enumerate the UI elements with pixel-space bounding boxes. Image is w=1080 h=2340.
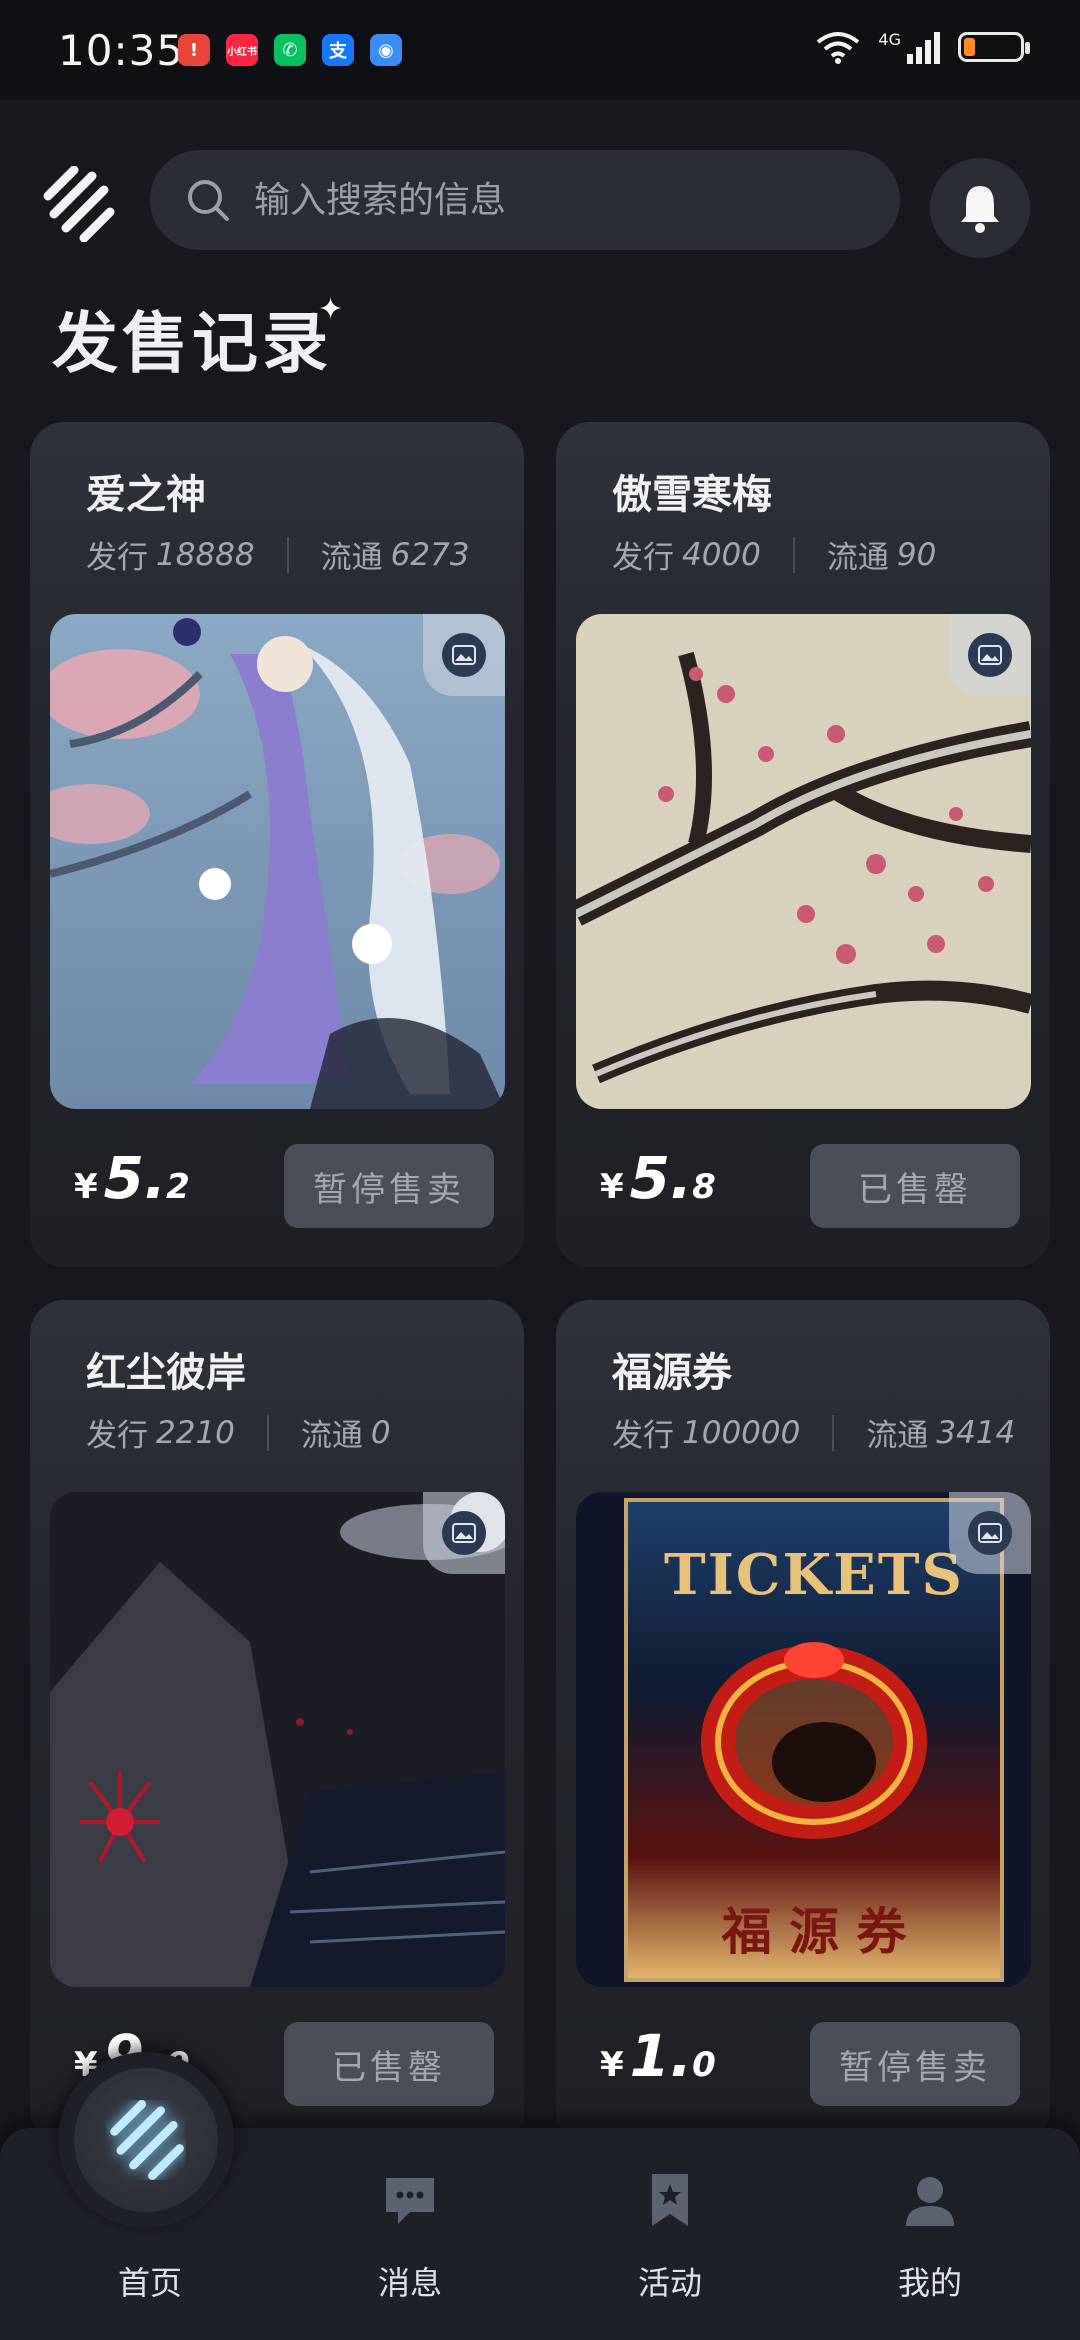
card-stats: 发行 100000 流通 3414 bbox=[612, 1410, 1015, 1455]
image-icon bbox=[452, 1523, 476, 1543]
price-integer: 1. bbox=[629, 2022, 693, 2090]
nav-label: 活动 bbox=[637, 2264, 702, 2302]
card-title: 红尘彼岸 bbox=[86, 1350, 246, 1396]
sale-status-button[interactable]: 已售罄 bbox=[284, 2022, 494, 2106]
currency-symbol: ¥ bbox=[600, 1167, 624, 1207]
issue-label: 发行 bbox=[86, 1418, 148, 1454]
search-bar[interactable] bbox=[150, 150, 900, 250]
nav-label: 消息 bbox=[377, 2264, 442, 2302]
issue-count: 4000 bbox=[682, 536, 761, 573]
issue-count: 18888 bbox=[156, 536, 255, 573]
issue-count: 100000 bbox=[682, 1414, 801, 1451]
app-logo-icon[interactable] bbox=[40, 166, 116, 242]
signal-icon bbox=[907, 30, 940, 64]
search-input[interactable] bbox=[252, 178, 816, 222]
issue-label: 发行 bbox=[612, 540, 674, 576]
image-badge bbox=[423, 614, 505, 696]
card-stats: 发行 2210 流通 0 bbox=[86, 1410, 391, 1455]
nav-item-profile[interactable]: 我的 bbox=[830, 2128, 1030, 2340]
nav-label: 我的 bbox=[897, 2264, 962, 2302]
price-decimal: 2 bbox=[166, 1167, 190, 1207]
page-title: 发售记录 bbox=[52, 305, 332, 382]
search-icon bbox=[188, 180, 229, 221]
notification-app-icon: ! bbox=[178, 34, 210, 66]
issue-count: 2210 bbox=[156, 1414, 235, 1451]
wifi-icon bbox=[817, 32, 860, 64]
price-integer: 5. bbox=[103, 1144, 167, 1212]
bell-icon bbox=[961, 186, 999, 233]
card-title: 爱之神 bbox=[86, 472, 206, 518]
image-badge bbox=[949, 614, 1031, 696]
sale-status-button[interactable]: 已售罄 bbox=[810, 1144, 1020, 1228]
issue-label: 发行 bbox=[86, 540, 148, 576]
image-icon bbox=[452, 645, 476, 665]
notification-button[interactable] bbox=[930, 158, 1030, 258]
nft-card-aoxuehanmei[interactable]: 傲雪寒梅 发行 4000 流通 90 ¥ 5. 8 已售罄 bbox=[556, 422, 1050, 1267]
image-badge bbox=[949, 1492, 1031, 1574]
sale-status-button[interactable]: 暂停售卖 bbox=[284, 1144, 494, 1228]
home-logo-icon bbox=[110, 2100, 184, 2180]
price: ¥ 5. 8 bbox=[600, 1144, 716, 1212]
circulation-label: 流通 bbox=[866, 1418, 929, 1454]
artwork-image[interactable] bbox=[50, 1492, 505, 1987]
nav-item-messages[interactable]: 消息 bbox=[310, 2128, 510, 2340]
price-integer: 5. bbox=[629, 1144, 693, 1212]
circulation-count: 90 bbox=[896, 536, 937, 573]
nav-item-activity[interactable]: 活动 bbox=[570, 2128, 770, 2340]
circulation-label: 流通 bbox=[826, 540, 889, 576]
image-icon bbox=[978, 645, 1002, 665]
xiaohongshu-app-icon: 小红书 bbox=[226, 34, 258, 66]
browser-app-icon: ◉ bbox=[370, 34, 402, 66]
price: ¥ 5. 2 bbox=[74, 1144, 190, 1212]
artwork-image[interactable] bbox=[50, 614, 505, 1109]
network-type: 4G bbox=[878, 30, 901, 49]
home-button[interactable] bbox=[58, 2052, 234, 2228]
alipay-app-icon: 支 bbox=[322, 34, 354, 66]
status-app-icons: ! 小红书 ✆ 支 ◉ bbox=[178, 34, 402, 66]
image-icon bbox=[978, 1523, 1002, 1543]
ticket-heading: TICKETS bbox=[664, 1542, 964, 1608]
nft-card-hongchenbian[interactable]: 红尘彼岸 发行 2210 流通 0 ¥ 已售罄 bbox=[30, 1300, 524, 2145]
nft-card-fuyuanquan[interactable]: 福源券 发行 100000 流通 3414 TICKETS 福 源 券 ¥ 1.… bbox=[556, 1300, 1050, 2145]
price-decimal: 0 bbox=[692, 2045, 716, 2085]
sale-status-button[interactable]: 暂停售卖 bbox=[810, 2022, 1020, 2106]
card-title: 傲雪寒梅 bbox=[612, 472, 772, 518]
circulation-label: 流通 bbox=[300, 1418, 363, 1454]
image-badge bbox=[423, 1492, 505, 1574]
status-time: 10:35 bbox=[58, 26, 185, 75]
artwork-image[interactable]: TICKETS 福 源 券 bbox=[576, 1492, 1031, 1987]
profile-icon bbox=[906, 2177, 954, 2226]
issue-label: 发行 bbox=[612, 1418, 674, 1454]
currency-symbol: ¥ bbox=[600, 2045, 624, 2085]
activity-bookmark-icon bbox=[652, 2174, 688, 2226]
card-stats: 发行 4000 流通 90 bbox=[612, 532, 936, 577]
circulation-count: 3414 bbox=[936, 1414, 1016, 1451]
circulation-count: 0 bbox=[370, 1414, 391, 1451]
price: ¥ 1. 0 bbox=[600, 2022, 716, 2090]
currency-symbol: ¥ bbox=[74, 1167, 98, 1207]
message-icon bbox=[386, 2178, 434, 2224]
price-decimal: 8 bbox=[692, 1167, 716, 1207]
ring-icon bbox=[701, 1642, 927, 1839]
artwork-image[interactable] bbox=[576, 614, 1031, 1109]
nav-label: 首页 bbox=[117, 2264, 182, 2302]
wechat-app-icon: ✆ bbox=[274, 34, 306, 66]
battery-icon bbox=[958, 32, 1030, 62]
circulation-label: 流通 bbox=[320, 540, 383, 576]
ticket-caption: 福 源 券 bbox=[721, 1902, 907, 1961]
card-title: 福源券 bbox=[612, 1350, 732, 1396]
nft-card-aizhishen[interactable]: 爱之神 发行 18888 流通 6273 ¥ 5. 2 暂停售卖 bbox=[30, 422, 524, 1267]
circulation-count: 6273 bbox=[390, 536, 470, 573]
card-stats: 发行 18888 流通 6273 bbox=[86, 532, 470, 577]
sparkle-icon: ✦ bbox=[318, 292, 344, 327]
status-bar: 10:35 ! 小红书 ✆ 支 ◉ 4G bbox=[0, 0, 1080, 100]
